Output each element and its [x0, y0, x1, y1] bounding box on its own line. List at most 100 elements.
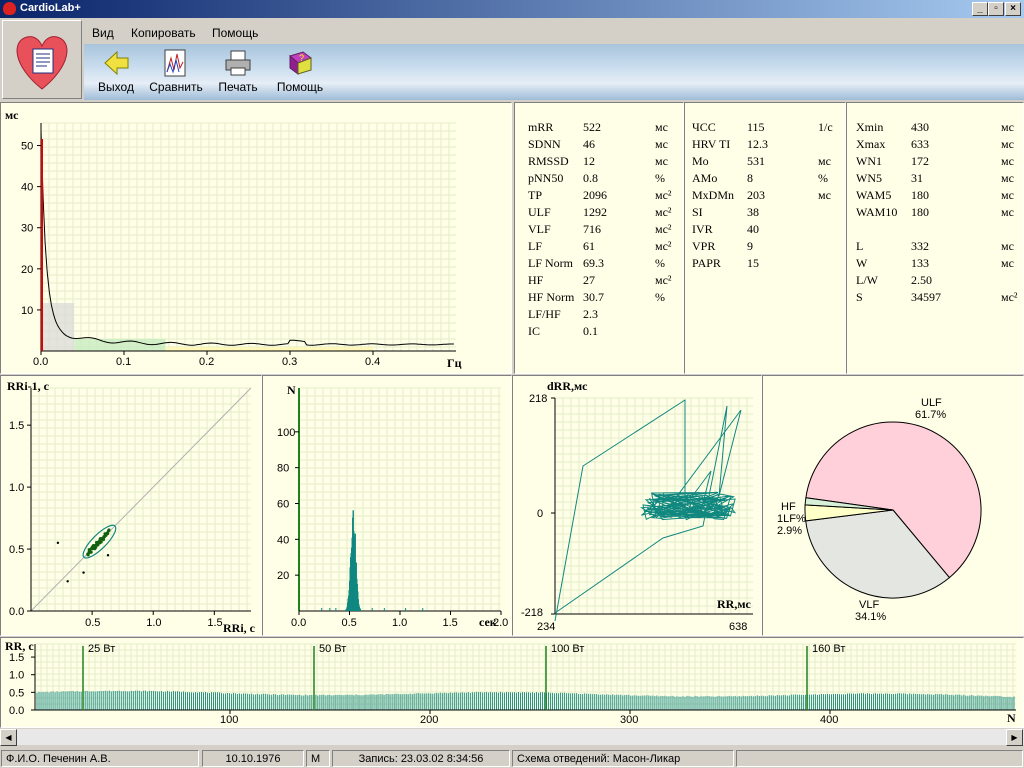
menu-help[interactable]: Помощь	[212, 26, 258, 40]
printer-icon	[225, 50, 251, 76]
stat-name: IVR	[692, 222, 713, 236]
stat-name: LF Norm	[528, 256, 573, 270]
stat-unit: мс	[1001, 239, 1014, 253]
diffplot-panel: dRR,мс RR,мс 218 0 -218 234 638	[512, 375, 762, 636]
stat-value: 203	[747, 188, 765, 202]
stat-name: mRR	[528, 120, 554, 134]
stat-value: 180	[911, 188, 929, 202]
spectrum-xtick-label: 0.0	[33, 356, 48, 368]
stage-marker-label: 25 Вт	[88, 643, 115, 655]
stat-value: 31	[911, 171, 923, 185]
pie-label-vlf-name: VLF	[859, 599, 879, 611]
stat-unit: мс²	[655, 222, 672, 236]
rhythm-xtick-label: 100	[220, 714, 238, 726]
histogram-bar	[335, 608, 337, 611]
stat-name: L	[856, 239, 864, 253]
spectrum-xtick-label: 0.1	[116, 356, 131, 368]
horizontal-scrollbar[interactable]: ◀ ▶	[0, 728, 1024, 746]
rhythm-xlabel: N	[1007, 711, 1016, 725]
close-button[interactable]: ×	[1005, 2, 1021, 16]
stat-row: IC 0.1	[528, 323, 678, 340]
ulf-band	[41, 303, 75, 351]
histogram-xtick-label: 1.5	[443, 617, 458, 629]
menu-bar: Вид Копировать Помощь	[84, 20, 1024, 44]
stat-name: HF Norm	[528, 290, 575, 304]
scatter-outlier	[66, 580, 69, 583]
stat-value: 8	[747, 171, 753, 185]
exit-button[interactable]: Выход	[96, 48, 136, 94]
heart-logo-icon	[16, 36, 68, 90]
stat-value: 0.8	[583, 171, 598, 185]
scatter-ytick-label: 1.5	[9, 420, 24, 432]
scatter-ytick-label: 0.5	[9, 544, 24, 556]
spectrum-pie-chart: ULF61.7% VLF34.1% HF1LF%2.9%	[777, 397, 982, 623]
histogram-bar	[321, 608, 323, 611]
histogram-panel: Nсек 100 80 60 40 20 0.0 0.5 1.0 1.5 2.0	[262, 375, 512, 636]
pie-panel: ULF 61.7% VLF 34.1% HF 1LF% 2.9%	[762, 375, 1024, 636]
stat-unit: %	[818, 171, 828, 185]
app-icon	[3, 2, 16, 15]
scatter-point	[87, 551, 91, 555]
stats-panel-2: ЧСС 115 1/с HRV TI 12.3 Mo 531 мс AMo 8% MxDMn 203 м…	[684, 102, 846, 374]
stat-name: W	[856, 256, 868, 270]
stat-name: LF	[528, 239, 543, 253]
stat-row: MxDMn 203 мс	[692, 187, 842, 204]
stat-unit: мс	[1001, 154, 1014, 168]
status-patient-name: Ф.И.О. Печенин А.В.	[1, 750, 199, 767]
stat-name: Mo	[692, 154, 709, 168]
stat-unit: мс	[1001, 137, 1014, 151]
status-bar: Ф.И.О. Печенин А.В. 10.10.1976 М Запись:…	[0, 748, 1024, 768]
stat-row: VPR 9	[692, 238, 842, 255]
stat-row: AMo 8%	[692, 170, 842, 187]
menu-view[interactable]: Вид	[92, 26, 114, 40]
stat-unit: мс²	[655, 205, 672, 219]
stage-marker-label: 50 Вт	[319, 643, 346, 655]
stat-value: 46	[583, 137, 595, 151]
pie-label-ulf-name: ULF	[921, 397, 942, 409]
print-button[interactable]: Печать	[214, 48, 262, 94]
stat-row: HF 27 мс²	[528, 272, 678, 289]
scatter-xtick-label: 0.5	[85, 617, 100, 629]
diffplot-xlabel: RR,мс	[717, 597, 752, 611]
stat-row: SI 38	[692, 204, 842, 221]
stat-name: WAM5	[856, 188, 892, 202]
diffplot-xleft: 234	[537, 621, 555, 633]
diffplot-ybottom: -218	[521, 607, 543, 619]
stat-unit: мс	[655, 137, 668, 151]
stat-row: Mo 531 мс	[692, 153, 842, 170]
status-lead-scheme: Схема отведений: Масон-Ликар	[512, 750, 734, 767]
compare-button[interactable]: Сравнить	[148, 48, 204, 94]
help-button[interactable]: ? Помощь	[274, 48, 326, 94]
stat-unit: мс	[1001, 171, 1014, 185]
stat-value: 522	[583, 120, 601, 134]
spectrum-panel: мс Гц 50 40 30 20 10 0.0 0.1 0.2 0.3 0.4	[0, 102, 512, 374]
menu-copy[interactable]: Копировать	[131, 26, 196, 40]
maximize-button[interactable]: ▫	[988, 2, 1004, 16]
status-record-time: Запись: 23.03.02 8:34:56	[332, 750, 510, 767]
title-bar: CardioLab+ _ ▫ ×	[0, 0, 1024, 18]
stat-value: 40	[747, 222, 759, 236]
spectrum-ytick-label: 10	[21, 305, 33, 317]
stat-unit: %	[655, 290, 665, 304]
diffplot-ytop: 218	[529, 393, 547, 405]
stat-value: 30.7	[583, 290, 604, 304]
rhythmogram-panel: 25 Вт 50 Вт 100 Вт 160 Вт RR, с 1.5 1.0 0.5 0.0 1…	[0, 637, 1024, 728]
stat-row: WAM10 180 мс	[856, 204, 1021, 221]
exit-label: Выход	[98, 80, 134, 94]
stat-value: 69.3	[583, 256, 604, 270]
scroll-left-button[interactable]: ◀	[0, 729, 17, 746]
histogram-ytick-label: 40	[277, 534, 289, 546]
minimize-button[interactable]: _	[972, 2, 988, 16]
stat-row: W 133 мс	[856, 255, 1021, 272]
stat-name: S	[856, 290, 863, 304]
scatter-point	[105, 531, 109, 535]
histogram-xtick-label: 2.0	[493, 617, 508, 629]
spectrum-ylabel: мс	[5, 108, 19, 122]
rhythm-ytick-label: 1.5	[9, 652, 24, 664]
stat-value: 27	[583, 273, 595, 287]
stat-unit: мс	[818, 188, 831, 202]
pie-label-lf: 1LF%	[777, 513, 806, 525]
scroll-right-button[interactable]: ▶	[1006, 729, 1023, 746]
stat-name: ЧСС	[692, 120, 716, 134]
stat-row: Xmin 430 мс	[856, 119, 1021, 136]
